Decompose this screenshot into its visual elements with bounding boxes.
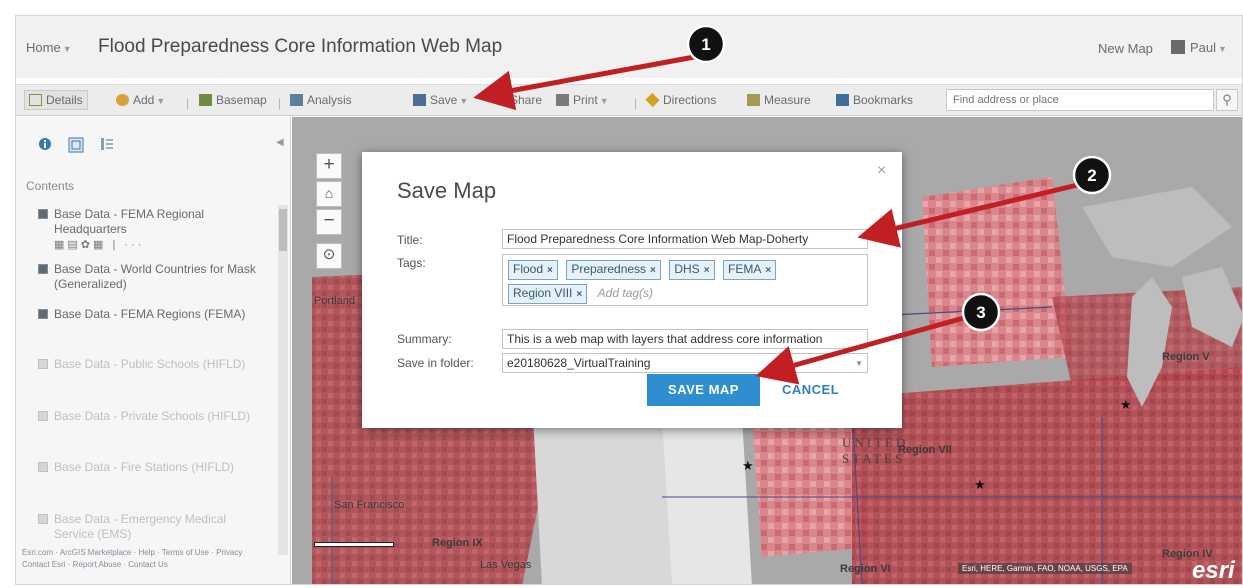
remove-tag-icon[interactable]: ×: [650, 265, 656, 276]
scrollbar-thumb[interactable]: [279, 209, 287, 251]
analysis-button[interactable]: Analysis: [290, 93, 352, 107]
scale-bar: [314, 542, 394, 547]
map-label: Region VI: [840, 563, 891, 575]
search-icon[interactable]: ⚲: [1216, 89, 1238, 111]
save-button[interactable]: Save ▼: [413, 93, 468, 107]
layer-checkbox[interactable]: [38, 359, 48, 369]
print-button[interactable]: Print ▼: [556, 93, 609, 107]
tag-chip[interactable]: Flood ×: [508, 260, 558, 280]
home-extent-button[interactable]: ⌂: [316, 181, 342, 207]
chevron-down-icon: ▼: [62, 44, 72, 54]
layer-item[interactable]: Base Data - FEMA Regional Headquarters ▦▤…: [38, 207, 264, 253]
basemap-icon: [199, 94, 212, 106]
directions-button[interactable]: Directions: [645, 92, 716, 108]
tag-chip[interactable]: DHS ×: [669, 260, 715, 280]
measure-icon: [747, 94, 760, 106]
folder-label: Save in folder:: [397, 356, 474, 370]
panel-scrollbar[interactable]: [278, 205, 288, 555]
contents-panel: ◀ Contents Base Data - FEMA Regional Hea…: [16, 117, 291, 584]
tag-chip[interactable]: FEMA ×: [722, 260, 777, 280]
tags-label: Tags:: [397, 256, 426, 270]
title-label: Title:: [397, 233, 423, 247]
dialog-title: Save Map: [397, 178, 497, 203]
collapse-panel-icon[interactable]: ◀: [276, 137, 284, 148]
add-button[interactable]: Add ▼: [116, 93, 165, 107]
layer-item[interactable]: Base Data - World Countries for Mask (Ge…: [38, 262, 264, 292]
contents-heading: Contents: [26, 179, 75, 193]
bookmark-icon: [836, 94, 849, 106]
layer-item[interactable]: Base Data - Private Schools (HIFLD): [38, 409, 264, 424]
details-button[interactable]: Details: [24, 90, 88, 110]
legend-tab-icon[interactable]: [100, 137, 114, 151]
bookmarks-button[interactable]: Bookmarks: [836, 93, 913, 107]
summary-field[interactable]: This is a web map with layers that addre…: [502, 329, 868, 349]
hq-star-icon: ★: [1120, 397, 1132, 412]
esri-logo: esri: [1192, 557, 1235, 584]
add-tag-input[interactable]: Add tag(s): [598, 286, 653, 300]
map-toolbar: Details Add ▼ | Basemap | Analysis Save ▼ …: [16, 84, 1242, 116]
folder-select[interactable]: e20180628_VirtualTraining ▼: [502, 353, 868, 373]
summary-label: Summary:: [397, 332, 452, 346]
layer-checkbox[interactable]: [38, 209, 48, 219]
user-menu[interactable]: Paul ▼: [1171, 40, 1227, 55]
app-header: Home ▼ Flood Preparedness Core Informatio…: [16, 16, 1242, 78]
remove-tag-icon[interactable]: ×: [547, 265, 553, 276]
map-label: Portland: [314, 295, 355, 307]
share-button[interactable]: Share: [510, 93, 542, 107]
chevron-down-icon: ▼: [1218, 44, 1227, 54]
footer-links[interactable]: Esri.com · ArcGIS Marketplace · Help · T…: [22, 547, 242, 571]
map-attribution: Esri, HERE, Garmin, FAO, NOAA, USGS, EPA: [958, 563, 1132, 574]
home-menu[interactable]: Home ▼: [26, 40, 72, 55]
hq-star-icon: ★: [974, 477, 986, 492]
locate-button[interactable]: ⊙: [316, 243, 342, 269]
home-icon: ⌂: [324, 185, 334, 201]
save-map-button[interactable]: SAVE MAP: [647, 374, 760, 406]
layer-item[interactable]: Base Data - Emergency Medical Service (E…: [38, 512, 264, 542]
remove-tag-icon[interactable]: ×: [765, 265, 771, 276]
about-tab-icon[interactable]: [38, 137, 52, 151]
layer-checkbox[interactable]: [38, 411, 48, 421]
tags-field[interactable]: Flood × Preparedness × DHS × FEMA × Region V…: [502, 254, 868, 306]
map-label: Las Vegas: [480, 559, 532, 571]
chevron-down-icon: ▼: [855, 359, 863, 368]
layer-tools-icon[interactable]: ▦▤✿▦ | ···: [54, 238, 264, 253]
hq-star-icon: ★: [742, 458, 754, 473]
close-icon[interactable]: ×: [877, 162, 886, 180]
zoom-in-button[interactable]: +: [316, 153, 342, 179]
remove-tag-icon[interactable]: ×: [576, 289, 582, 300]
avatar: [1171, 40, 1185, 54]
floppy-disk-icon: [413, 94, 426, 106]
cancel-button[interactable]: CANCEL: [782, 374, 839, 406]
zoom-out-button[interactable]: −: [316, 209, 342, 235]
basemap-button[interactable]: Basemap: [199, 93, 267, 107]
map-label: Region V: [1162, 351, 1210, 363]
layer-checkbox[interactable]: [38, 264, 48, 274]
layer-item[interactable]: Base Data - Fire Stations (HIFLD): [38, 460, 264, 475]
contents-tab-icon[interactable]: [68, 137, 84, 153]
layer-checkbox[interactable]: [38, 309, 48, 319]
locate-icon: ⊙: [322, 246, 336, 263]
remove-tag-icon[interactable]: ×: [704, 265, 710, 276]
directions-icon: [645, 92, 660, 108]
map-title: Flood Preparedness Core Information Web …: [98, 36, 503, 57]
analysis-icon: [290, 94, 303, 106]
map-label: Region IX: [432, 537, 483, 549]
printer-icon: [556, 94, 569, 106]
layer-checkbox[interactable]: [38, 462, 48, 472]
map-label: Region VII: [898, 444, 952, 456]
search-input[interactable]: [946, 89, 1214, 111]
save-map-dialog: Save Map × Title: Flood Preparedness Cor…: [362, 152, 902, 428]
layer-checkbox[interactable]: [38, 514, 48, 524]
measure-button[interactable]: Measure: [747, 93, 811, 107]
tag-chip[interactable]: Region VIII ×: [508, 284, 588, 304]
tag-chip[interactable]: Preparedness ×: [566, 260, 661, 280]
add-icon: [116, 94, 129, 106]
layer-item[interactable]: Base Data - Public Schools (HIFLD): [38, 357, 264, 372]
new-map-link[interactable]: New Map: [1098, 41, 1153, 56]
map-label: San Francisco: [334, 499, 405, 511]
web-map-viewer: Home ▼ Flood Preparedness Core Informatio…: [15, 15, 1243, 585]
title-field[interactable]: Flood Preparedness Core Information Web …: [502, 229, 868, 249]
layer-item[interactable]: Base Data - FEMA Regions (FEMA): [38, 307, 264, 322]
details-icon: [29, 94, 42, 106]
